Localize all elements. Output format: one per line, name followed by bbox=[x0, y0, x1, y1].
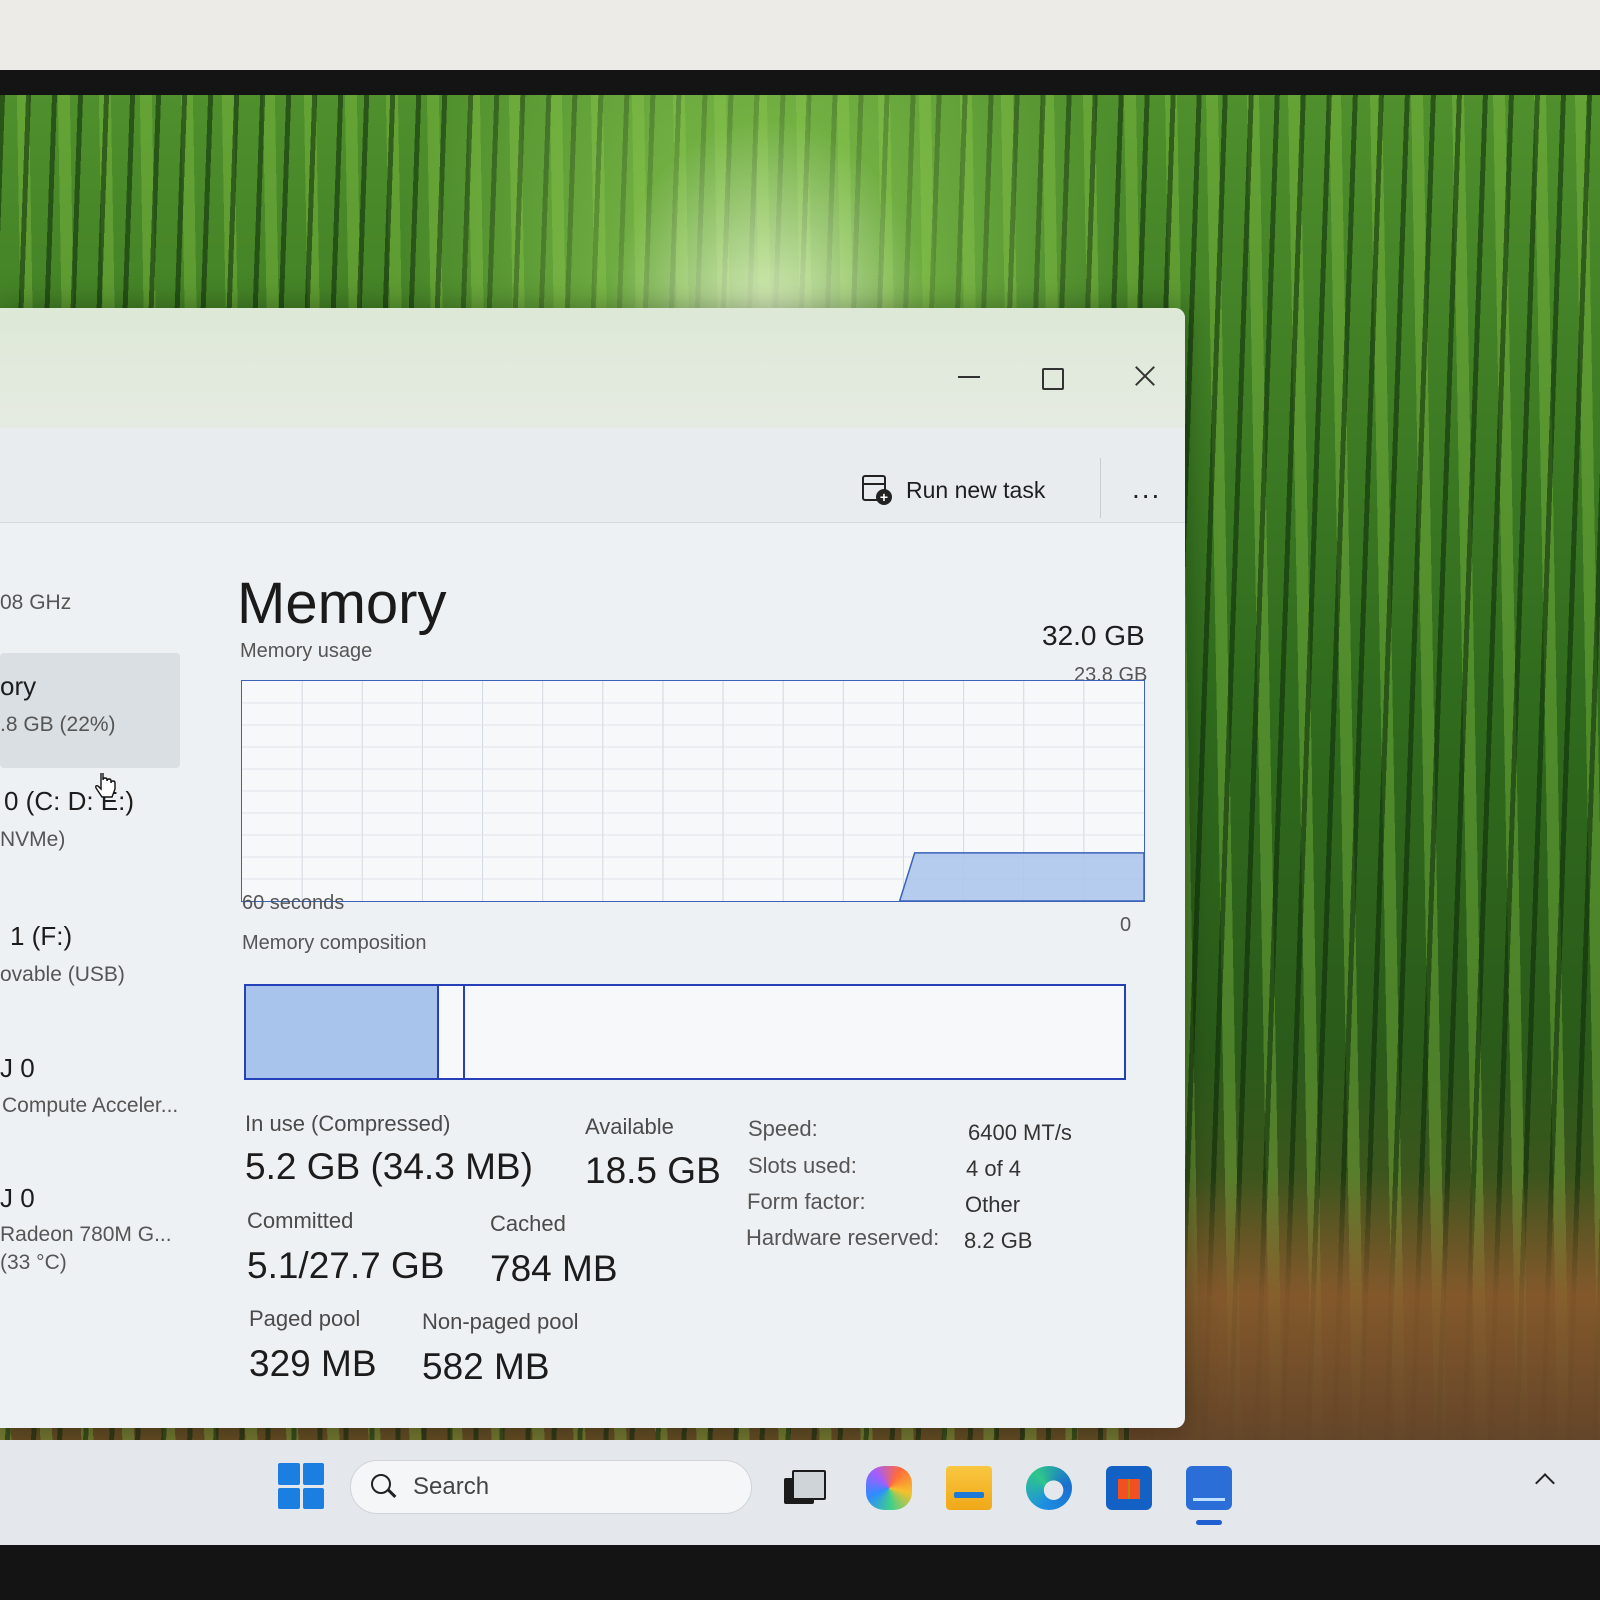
more-options-button[interactable]: ... bbox=[1132, 474, 1161, 504]
run-new-task-label: Run new task bbox=[906, 476, 1046, 503]
paged-pool-label: Paged pool bbox=[249, 1306, 361, 1331]
task-manager-window: + Run new task ... 08 GHz ory .8 GB (22%… bbox=[0, 308, 1185, 1428]
sidebar-item-npu-label[interactable]: J 0 bbox=[0, 1053, 35, 1084]
cached-label: Cached bbox=[490, 1211, 566, 1236]
taskbar: Search bbox=[0, 1440, 1600, 1545]
memory-usage-graph bbox=[241, 680, 1145, 902]
total-memory: 32.0 GB bbox=[1042, 620, 1145, 651]
start-button[interactable] bbox=[278, 1463, 324, 1509]
composition-modified bbox=[439, 986, 466, 1078]
minimize-button[interactable] bbox=[948, 356, 988, 396]
performance-sidebar: 08 GHz ory .8 GB (22%) 0 (C: D: E:) NVMe… bbox=[0, 523, 205, 1428]
hardware-reserved-label: Hardware reserved: bbox=[746, 1225, 940, 1250]
task-view-icon[interactable] bbox=[780, 1466, 826, 1510]
memory-composition-bar bbox=[244, 984, 1126, 1080]
hardware-reserved-value: 8.2 GB bbox=[964, 1228, 1033, 1253]
slots-used-label: Slots used: bbox=[748, 1153, 857, 1178]
tray-chevron-icon[interactable] bbox=[1534, 1468, 1554, 1488]
sidebar-item-gpu-label[interactable]: J 0 bbox=[0, 1183, 35, 1214]
committed-label: Committed bbox=[247, 1208, 354, 1233]
run-new-task-button[interactable]: + Run new task bbox=[862, 470, 1045, 510]
task-manager-icon[interactable] bbox=[1186, 1466, 1232, 1510]
edge-icon[interactable] bbox=[1026, 1466, 1072, 1510]
search-icon bbox=[371, 1474, 397, 1500]
page-title: Memory bbox=[237, 571, 447, 636]
sidebar-item-gpu-sub: Radeon 780M G... bbox=[0, 1223, 172, 1246]
sidebar-item-npu-sub: Compute Acceler... bbox=[2, 1094, 179, 1117]
toolbar: + Run new task ... bbox=[0, 428, 1185, 523]
copilot-icon[interactable] bbox=[866, 1466, 912, 1510]
speed-value: 6400 MT/s bbox=[968, 1120, 1072, 1145]
wallpaper-path bbox=[1130, 1175, 1600, 1480]
title-bar bbox=[0, 308, 1185, 428]
active-app-indicator bbox=[1196, 1520, 1222, 1525]
hand-cursor-icon bbox=[95, 773, 116, 798]
search-placeholder: Search bbox=[413, 1473, 490, 1500]
speed-label: Speed: bbox=[748, 1116, 818, 1141]
toolbar-divider bbox=[1100, 458, 1101, 518]
run-task-icon: + bbox=[862, 475, 892, 505]
available-label: Available bbox=[585, 1114, 674, 1139]
non-paged-pool-label: Non-paged pool bbox=[422, 1309, 579, 1334]
form-factor-value: Other bbox=[965, 1192, 1021, 1217]
committed-value: 5.1/27.7 GB bbox=[247, 1245, 445, 1286]
sidebar-item-disk1-label[interactable]: 1 (F:) bbox=[10, 921, 72, 952]
close-button[interactable] bbox=[1124, 356, 1164, 396]
in-use-label: In use (Compressed) bbox=[245, 1111, 451, 1136]
composition-in-use bbox=[246, 986, 440, 1078]
available-value: 18.5 GB bbox=[585, 1150, 721, 1191]
store-icon[interactable] bbox=[1106, 1466, 1152, 1510]
graph-time-span: 60 seconds bbox=[242, 892, 345, 914]
slots-used-value: 4 of 4 bbox=[966, 1156, 1022, 1181]
form-factor-label: Form factor: bbox=[747, 1189, 866, 1214]
usage-area bbox=[898, 852, 1144, 901]
sidebar-item-memory-sub: .8 GB (22%) bbox=[0, 713, 116, 736]
memory-composition-label: Memory composition bbox=[242, 932, 427, 954]
sidebar-cpu-speed[interactable]: 08 GHz bbox=[0, 591, 71, 615]
in-use-value: 5.2 GB (34.3 MB) bbox=[245, 1146, 533, 1187]
cached-value: 784 MB bbox=[490, 1248, 618, 1289]
sidebar-item-disk1-sub: ovable (USB) bbox=[0, 963, 125, 986]
maximize-button[interactable] bbox=[1030, 356, 1070, 396]
usage-graph-svg bbox=[242, 681, 1144, 901]
sidebar-item-disk0-sub: NVMe) bbox=[0, 828, 66, 851]
graph-axis-min: 0 bbox=[1120, 914, 1132, 936]
memory-usage-label: Memory usage bbox=[240, 640, 373, 662]
sidebar-item-gpu-temp: (33 °C) bbox=[0, 1251, 67, 1274]
file-explorer-icon[interactable] bbox=[946, 1466, 992, 1510]
paged-pool-value: 329 MB bbox=[249, 1343, 377, 1384]
taskbar-search-box[interactable]: Search bbox=[350, 1460, 752, 1514]
sidebar-item-memory-label: ory bbox=[0, 671, 37, 701]
non-paged-pool-value: 582 MB bbox=[422, 1346, 550, 1387]
